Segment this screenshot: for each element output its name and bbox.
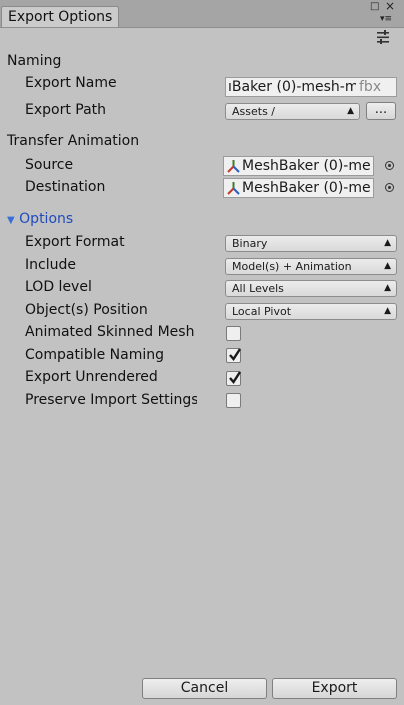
foldout-arrow-icon: ▼: [7, 215, 15, 226]
object-position-label: Object(s) Position: [25, 302, 148, 318]
destination-object-value: MeshBaker (0)-me: [242, 180, 371, 196]
export-unrendered-label: Export Unrendered: [25, 369, 158, 385]
source-object-value: MeshBaker (0)-me: [242, 158, 371, 174]
export-name-label: Export Name: [25, 75, 117, 91]
tab-export-options[interactable]: Export Options: [1, 6, 120, 27]
dropdown-arrow-icon: ▲︎: [384, 283, 391, 293]
close-icon[interactable]: ×: [385, 0, 395, 12]
compatible-naming-label: Compatible Naming: [25, 347, 165, 363]
maximize-icon[interactable]: □: [370, 2, 379, 12]
compatible-naming-checkbox[interactable]: [226, 348, 242, 363]
source-object-field[interactable]: MeshBaker (0)-me: [223, 156, 374, 176]
dropdown-arrow-icon: ▲︎: [347, 106, 354, 116]
export-format-dropdown[interactable]: Binary ▲︎: [225, 235, 397, 252]
export-name-extension: fbx: [356, 78, 396, 96]
lod-level-value: All Levels: [232, 282, 284, 295]
export-format-value: Binary: [232, 237, 268, 250]
cancel-button[interactable]: Cancel: [142, 678, 267, 699]
object-position-value: Local Pivot: [232, 305, 292, 318]
export-name-value: ıBaker (0)-mesh-m: [228, 79, 359, 95]
preserve-import-settings-label: Preserve Import Settings: [25, 392, 197, 408]
lod-level-dropdown[interactable]: All Levels ▲︎: [225, 280, 397, 297]
export-path-label: Export Path: [25, 102, 107, 118]
mesh-icon: [227, 160, 240, 173]
include-label: Include: [25, 257, 76, 273]
dropdown-arrow-icon: ▲︎: [384, 261, 391, 271]
include-value: Model(s) + Animation: [232, 260, 352, 273]
export-button[interactable]: Export: [272, 678, 397, 699]
lod-level-label: LOD level: [25, 279, 92, 295]
include-dropdown[interactable]: Model(s) + Animation ▲︎: [225, 258, 397, 275]
source-picker-icon[interactable]: [385, 161, 394, 170]
preserve-import-settings-checkbox[interactable]: [226, 393, 241, 408]
export-unrendered-checkbox[interactable]: [226, 371, 242, 386]
transfer-animation-section-label: Transfer Animation: [7, 133, 140, 149]
destination-label: Destination: [25, 179, 106, 195]
menu-icon[interactable]: ▾≡: [380, 14, 392, 24]
destination-picker-icon[interactable]: [385, 183, 394, 192]
export-path-dropdown[interactable]: Assets / ▲︎: [225, 103, 360, 120]
export-name-field[interactable]: ıBaker (0)-mesh-m fbx: [225, 77, 397, 97]
export-path-value: Assets /: [232, 105, 276, 118]
dropdown-arrow-icon: ▲︎: [384, 306, 391, 316]
object-position-dropdown[interactable]: Local Pivot ▲︎: [225, 303, 397, 320]
title-bar: Export Options □ × ▾≡: [0, 0, 404, 28]
animated-skinned-mesh-checkbox[interactable]: [226, 326, 241, 341]
options-foldout-label: Options: [19, 211, 74, 227]
dropdown-arrow-icon: ▲︎: [384, 238, 391, 248]
settings-icon[interactable]: [376, 30, 390, 44]
animated-skinned-mesh-label: Animated Skinned Mesh: [25, 324, 195, 340]
export-format-label: Export Format: [25, 234, 125, 250]
naming-section-label: Naming: [7, 53, 62, 69]
options-foldout[interactable]: ▼ Options: [7, 211, 73, 227]
mesh-icon: [227, 182, 240, 195]
source-label: Source: [25, 157, 74, 173]
checkmark-icon: [229, 348, 242, 361]
checkmark-icon: [229, 371, 242, 384]
destination-object-field[interactable]: MeshBaker (0)-me: [223, 178, 374, 198]
browse-path-button[interactable]: ...: [366, 102, 396, 120]
